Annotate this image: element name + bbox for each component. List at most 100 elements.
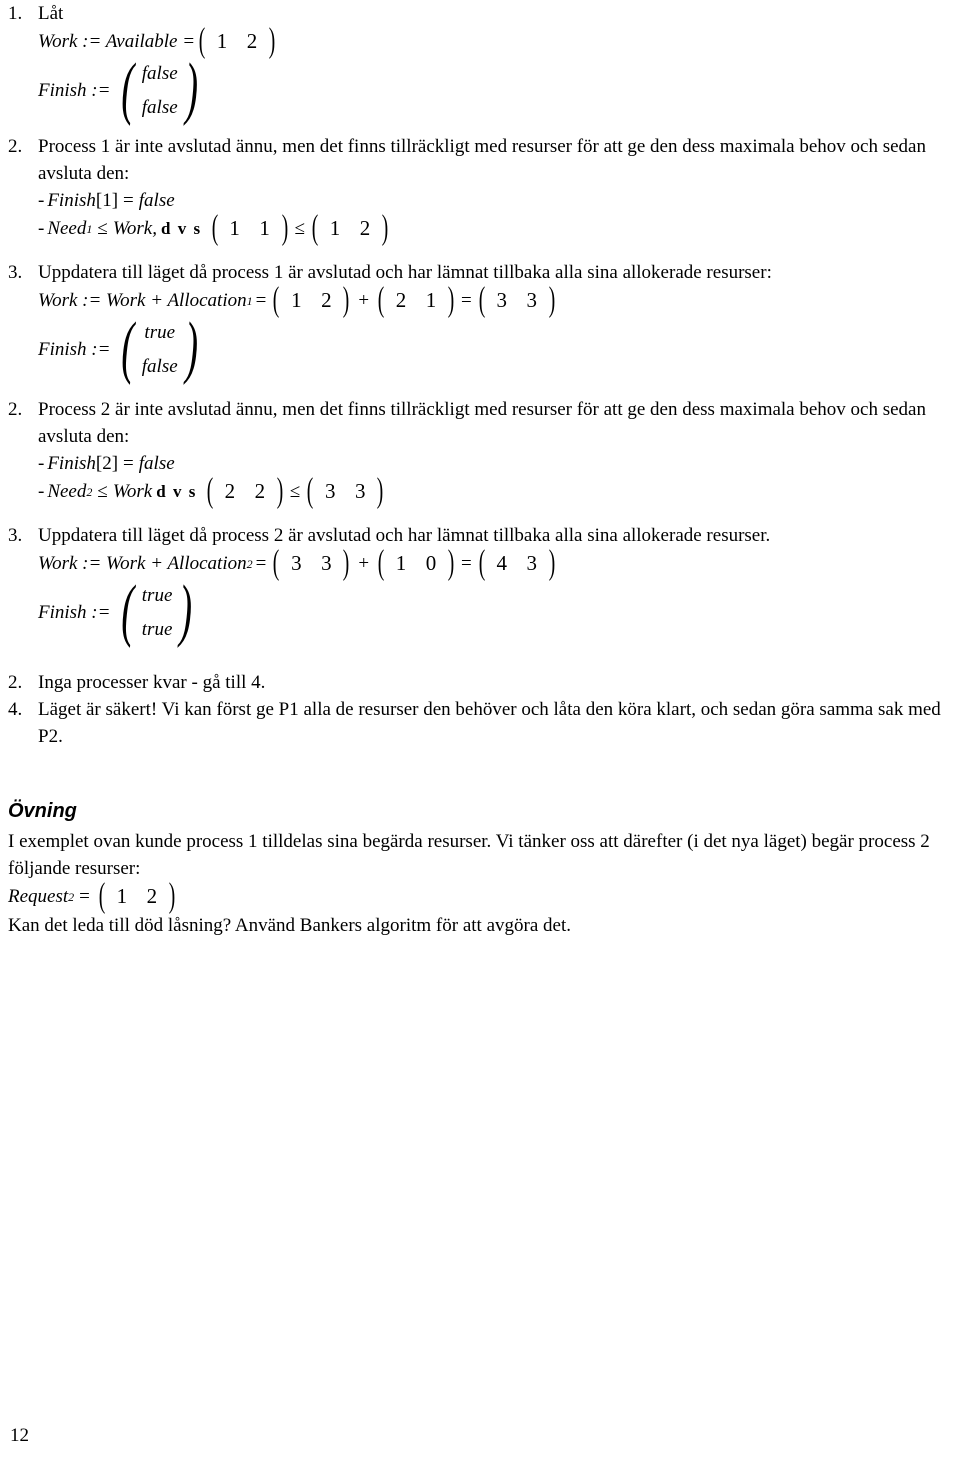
step-5: 3. Uppdatera till läget då process 2 är … bbox=[0, 522, 960, 647]
paren-left: ( bbox=[478, 280, 486, 319]
vector-cell-1: 2 bbox=[246, 29, 258, 53]
dash-marker: - bbox=[38, 218, 45, 239]
paren-right: ) bbox=[548, 543, 556, 582]
step-2-number: 2. bbox=[8, 136, 23, 157]
vector-cell-0: 1 bbox=[291, 288, 302, 312]
vector-cell-1: 3 bbox=[355, 479, 366, 503]
work-name: Work, bbox=[112, 218, 157, 239]
step-1-finish-label: Finish := bbox=[38, 80, 111, 101]
vector-cell-0: 2 bbox=[224, 479, 236, 503]
step-7: 4. Läget är säkert! Vi kan först ge P1 a… bbox=[0, 696, 960, 750]
finish-index: [1] bbox=[95, 190, 119, 211]
paren-right: ) bbox=[381, 208, 389, 247]
vector-cell-0: 1 bbox=[216, 29, 228, 53]
paren-left: ( bbox=[121, 49, 135, 127]
vector-cell-0: 1 bbox=[229, 216, 240, 240]
paren-right: ) bbox=[168, 876, 176, 915]
step-4-finish-condition: - Finish [2] = false bbox=[38, 450, 950, 478]
equals-sign: = bbox=[123, 190, 134, 211]
step-1-number: 1. bbox=[8, 3, 23, 24]
step-5-number: 3. bbox=[8, 525, 23, 546]
paren-right: ) bbox=[447, 543, 455, 582]
step-6: 2. Inga processer kvar - gå till 4. bbox=[0, 669, 960, 696]
step-4-number: 2. bbox=[8, 399, 23, 420]
paren-right: ) bbox=[548, 280, 556, 319]
ovning-request-equation: Request 2 = ( 1 2 ) bbox=[8, 876, 960, 915]
paren-right: ) bbox=[447, 280, 455, 319]
vector-cell-0: 3 bbox=[496, 288, 508, 312]
request-vector: ( 1 2 ) bbox=[97, 876, 177, 915]
dash-marker: - bbox=[38, 453, 45, 474]
dvs-text: d v s bbox=[156, 482, 197, 501]
step-3-finish-vector: ( true false ) bbox=[116, 308, 203, 386]
request-label: Request bbox=[8, 886, 69, 907]
step-2-need-condition: - Need 1 ≤ Work, d v s ( 1 1 ) ≤ ( 1 2 ) bbox=[38, 208, 950, 247]
need-name: Need bbox=[47, 481, 87, 502]
equals-sign-2: = bbox=[461, 290, 472, 311]
vector-cell-1: 2 bbox=[359, 216, 371, 240]
step-7-body: Läget är säkert! Vi kan först ge P1 alla… bbox=[38, 696, 960, 750]
work-result-vector: ( 4 3 ) bbox=[477, 543, 557, 582]
step-6-body: Inga processer kvar - gå till 4. bbox=[38, 669, 960, 696]
paren-left: ( bbox=[211, 208, 218, 247]
equals-sign: = bbox=[255, 290, 267, 311]
paren-left: ( bbox=[98, 876, 106, 915]
paren-left: ( bbox=[478, 543, 486, 582]
vector-cell-0: 3 bbox=[325, 479, 336, 503]
step-1-work-label: Work := Available = bbox=[38, 31, 196, 52]
work-label: Work := Work + Allocation bbox=[38, 290, 247, 311]
ovning-section: I exemplet ovan kunde process 1 tilldela… bbox=[0, 828, 960, 939]
document-page: 1. Låt Work := Available = ( 1 2 ) Finis… bbox=[0, 0, 960, 1461]
vector-cell-1: true bbox=[141, 619, 173, 640]
paren-right: ) bbox=[343, 280, 350, 319]
step-5-body: Uppdatera till läget då process 2 är avs… bbox=[38, 522, 960, 647]
plus-sign: + bbox=[358, 290, 370, 311]
step-6-paragraph: Inga processer kvar - gå till 4. bbox=[38, 672, 266, 693]
need-right-vector: ( 3 3 ) bbox=[305, 471, 385, 510]
step-1-finish-vector: ( false false ) bbox=[116, 49, 203, 127]
step-3-finish-equation: Finish := ( true false ) bbox=[38, 308, 950, 386]
page-number: 12 bbox=[10, 1425, 29, 1446]
step-3-body: Uppdatera till läget då process 1 är avs… bbox=[38, 259, 960, 384]
vector-stack: true false bbox=[140, 316, 180, 384]
finish-name: Finish bbox=[47, 453, 96, 474]
step-6-number: 2. bbox=[8, 672, 23, 693]
vector-cell-1: 0 bbox=[425, 551, 437, 575]
need-left-vector: ( 2 2 ) bbox=[205, 471, 285, 510]
vector-cell-0: false bbox=[141, 63, 178, 84]
vector-cell-0: 1 bbox=[329, 216, 341, 240]
plus-sign: + bbox=[358, 553, 370, 574]
equals-sign: = bbox=[255, 553, 267, 574]
finish-label: Finish := bbox=[38, 339, 111, 360]
finish-label: Finish := bbox=[38, 602, 111, 623]
need-right-vector: ( 1 2 ) bbox=[310, 208, 390, 247]
step-3-paragraph: Uppdatera till läget då process 1 är avs… bbox=[38, 262, 772, 283]
vector-cell-0: 4 bbox=[496, 551, 508, 575]
step-3: 3. Uppdatera till läget då process 1 är … bbox=[0, 259, 960, 384]
step-7-number: 4. bbox=[8, 699, 23, 720]
work-operand-a: ( 3 3 ) bbox=[271, 543, 351, 582]
paren-right: ) bbox=[281, 208, 288, 247]
step-1: 1. Låt Work := Available = ( 1 2 ) Finis… bbox=[0, 0, 960, 125]
vector-cell-1: 2 bbox=[254, 479, 266, 503]
vector-cell-0: 3 bbox=[291, 551, 302, 575]
paren-left: ( bbox=[273, 543, 280, 582]
step-2-paragraph: Process 1 är inte avslutad ännu, men det… bbox=[38, 136, 926, 184]
leq-sign: ≤ bbox=[97, 481, 108, 502]
work-result-vector: ( 3 3 ) bbox=[477, 280, 557, 319]
need-name: Need bbox=[47, 218, 87, 239]
vector-cell-1: 1 bbox=[259, 216, 270, 240]
paren-left: ( bbox=[307, 471, 314, 510]
step-1-body: Låt Work := Available = ( 1 2 ) Finish :… bbox=[38, 0, 960, 125]
vector-stack: true true bbox=[140, 579, 175, 647]
vector-cell-0: 2 bbox=[395, 288, 407, 312]
paren-right: ) bbox=[184, 308, 198, 386]
vector-cell-1: false bbox=[141, 97, 178, 118]
paren-right: ) bbox=[179, 571, 193, 649]
finish-index: [2] bbox=[95, 453, 119, 474]
step-1-work-equation: Work := Available = ( 1 2 ) bbox=[38, 23, 950, 58]
dvs-text: d v s bbox=[160, 219, 202, 238]
step-4-body: Process 2 är inte avslutad ännu, men det… bbox=[38, 396, 960, 510]
paren-right: ) bbox=[276, 471, 284, 510]
step-2-body: Process 1 är inte avslutad ännu, men det… bbox=[38, 133, 960, 247]
